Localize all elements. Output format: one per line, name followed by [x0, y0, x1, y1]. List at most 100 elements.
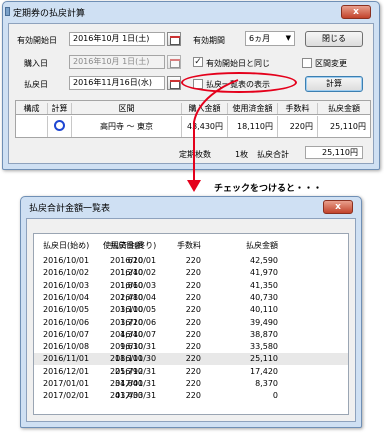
refund-calc-dialog: 定期券の払戻計算 x 有効開始日 2016年10月 1日(土) 有効期間 6ヵ月…	[2, 1, 380, 170]
list-row[interactable]: 2016/10/02 2016/10/02 1,240 220 41,970	[34, 267, 348, 279]
list-row[interactable]: 2016/11/01 2016/11/30 18,100 220 25,110	[34, 353, 348, 366]
list-cell-used: 43,430	[115, 391, 143, 401]
list-cell-start: 2016/10/07	[43, 329, 90, 339]
close-icon[interactable]: x	[341, 5, 371, 19]
list-cell-refund: 38,870	[250, 329, 278, 339]
refund-list[interactable]: 払戻日(始め) 払戻日(終り) 使用済金額 手数料 払戻金額 2016/10/0…	[33, 233, 349, 415]
list-cell-refund: 41,970	[250, 268, 278, 278]
list-cell-used: 2,480	[120, 292, 143, 302]
calculate-button[interactable]: 計算	[305, 76, 363, 92]
section-change-checkbox[interactable]	[302, 58, 312, 68]
list-cell-refund: 25,110	[250, 354, 278, 364]
ticket-count-value: 1枚	[235, 150, 249, 159]
refund-total-value: 25,110円	[305, 146, 363, 159]
list-cell-start: 2016/10/05	[43, 305, 90, 315]
calendar-icon[interactable]	[167, 55, 181, 69]
list-header-fee: 手数料	[177, 241, 201, 250]
list-cell-refund: 42,590	[250, 256, 278, 265]
header-purchase: 購入金額	[182, 103, 228, 114]
list-cell-start: 2017/01/01	[43, 379, 90, 388]
cell-purchase: 43,430円	[182, 116, 228, 137]
purchase-date-field[interactable]: 2016年10月 1日(土)	[69, 55, 165, 69]
header-refund: 払戻金額	[328, 104, 360, 113]
list-row[interactable]: 2016/10/05 2016/10/05 3,100 220 40,110	[34, 304, 348, 316]
cell-fee: 220円	[278, 116, 318, 137]
route-table: 構成 計算 区間 購入金額 使用済金額 手数料 払戻金額 高円寺 ～ 東京 43…	[15, 100, 371, 138]
refund-list-window: 払戻合計金額一覧表 x 払戻日(始め) 払戻日(終り) 使用済金額 手数料 払戻…	[20, 196, 362, 428]
start-date-label: 有効開始日	[17, 36, 57, 45]
list-header-refund: 払戻金額	[246, 241, 278, 250]
header-fee: 手数料	[278, 103, 318, 114]
list-cell-used: 25,790	[115, 366, 143, 376]
list-cell-refund: 17,420	[250, 366, 278, 376]
refund-date-field[interactable]: 2016年11月16日(水)	[69, 76, 165, 90]
calc-circle-icon	[54, 120, 65, 131]
cell-refund: 25,110円	[330, 122, 366, 131]
list-cell-fee: 220	[185, 354, 201, 364]
list-cell-used: 1,240	[120, 268, 143, 278]
route-table-row[interactable]: 高円寺 ～ 東京 43,430円 18,110円 220円 25,110円	[16, 116, 370, 137]
purchase-date-label: 購入日	[24, 59, 48, 68]
list-cell-fee: 220	[185, 292, 201, 302]
cell-kosei	[16, 116, 48, 137]
list-cell-used: 18,100	[115, 354, 143, 364]
calendar-icon[interactable]	[167, 32, 181, 46]
list-cell-start: 2016/12/01	[43, 366, 90, 376]
list-cell-fee: 220	[185, 305, 201, 315]
list-titlebar[interactable]: 払戻合計金額一覧表 x	[21, 197, 361, 217]
list-cell-start: 2016/10/02	[43, 268, 90, 278]
period-label: 有効期間	[193, 36, 225, 45]
list-cell-fee: 220	[185, 280, 201, 290]
list-cell-used: 9,630	[120, 342, 143, 352]
refund-total-label: 払戻合計	[257, 150, 289, 159]
list-cell-refund: 40,730	[250, 292, 278, 302]
close-icon[interactable]: x	[323, 200, 353, 214]
list-cell-refund: 8,370	[255, 379, 278, 388]
list-cell-start: 2016/10/01	[43, 256, 90, 265]
list-cell-used: 3,100	[120, 305, 143, 315]
dialog-client: 有効開始日 2016年10月 1日(土) 有効期間 6ヵ月 ▼ 閉じる 購入日 …	[8, 23, 374, 164]
list-cell-used: 620	[127, 256, 143, 265]
list-cell-start: 2017/02/01	[43, 391, 90, 401]
list-cell-fee: 220	[185, 329, 201, 339]
list-row[interactable]: 2017/02/01 2017/03/31 43,430 220 0	[34, 390, 348, 402]
header-section: 区間	[72, 103, 182, 114]
list-cell-used: 4,340	[120, 329, 143, 339]
list-cell-used: 1,860	[120, 280, 143, 290]
header-kosei: 構成	[16, 103, 48, 114]
list-row[interactable]: 2016/10/07 2016/10/07 4,340 220 38,870	[34, 329, 348, 341]
calendar-icon[interactable]	[167, 76, 181, 90]
period-select[interactable]: 6ヵ月 ▼	[245, 31, 295, 46]
period-select-value: 6ヵ月	[249, 34, 271, 43]
list-cell-start: 2016/10/06	[43, 317, 90, 327]
list-cell-start: 2016/11/01	[43, 354, 90, 364]
header-used: 使用済金額	[228, 103, 278, 114]
list-title: 払戻合計金額一覧表	[29, 204, 111, 214]
list-row[interactable]: 2017/01/01 2017/01/31 34,840 220 8,370	[34, 378, 348, 390]
list-row[interactable]: 2016/10/01 2016/10/01 620 220 42,590	[34, 255, 348, 267]
ticket-count-label: 定期枚数	[179, 150, 211, 159]
cell-calc[interactable]	[48, 116, 72, 137]
dialog-title: 定期券の払戻計算	[13, 9, 86, 19]
cell-used: 18,110円	[228, 116, 278, 137]
list-cell-refund: 40,110	[250, 305, 278, 315]
list-row[interactable]: 2016/10/03 2016/10/03 1,860 220 41,350	[34, 280, 348, 292]
route-table-header: 構成 計算 区間 購入金額 使用済金額 手数料 払戻金額	[16, 101, 370, 115]
list-row[interactable]: 2016/12/01 2016/12/31 25,790 220 17,420	[34, 366, 348, 378]
start-date-field[interactable]: 2016年10月 1日(土)	[69, 32, 165, 46]
list-cell-used: 3,720	[120, 317, 143, 327]
list-cell-fee: 220	[185, 268, 201, 278]
list-row[interactable]: 2016/10/04 2016/10/04 2,480 220 40,730	[34, 292, 348, 304]
dialog-titlebar[interactable]: 定期券の払戻計算 x	[3, 2, 379, 22]
list-cell-fee: 220	[185, 366, 201, 376]
list-cell-fee: 220	[185, 379, 201, 388]
list-row[interactable]: 2016/10/06 2016/10/06 3,720 220 39,490	[34, 317, 348, 329]
list-cell-fee: 220	[185, 256, 201, 265]
list-cell-used: 34,840	[115, 379, 143, 388]
chevron-down-icon: ▼	[285, 34, 291, 42]
same-as-start-label: 有効開始日と同じ	[206, 59, 270, 68]
close-button[interactable]: 閉じる	[305, 31, 363, 47]
list-row[interactable]: 2016/10/08 2016/10/31 9,630 220 33,580	[34, 341, 348, 353]
list-cell-start: 2016/10/03	[43, 280, 90, 290]
same-as-start-checkbox[interactable]: ✓	[193, 57, 203, 67]
